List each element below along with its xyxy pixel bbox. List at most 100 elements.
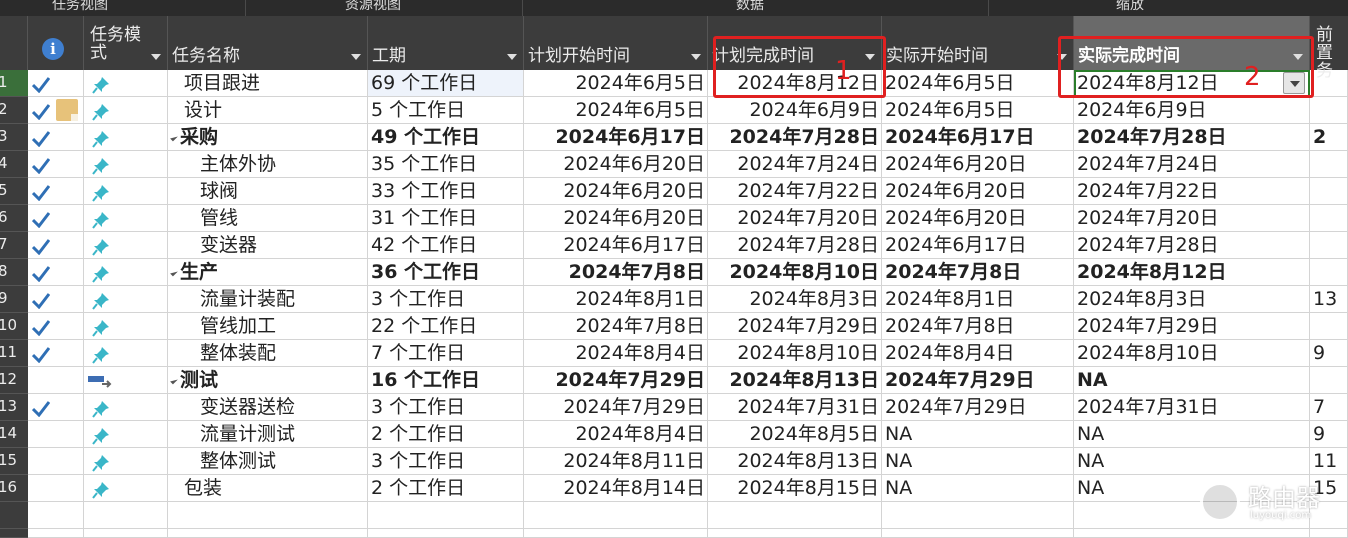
plan-start-cell[interactable]: 2024年6月20日 (524, 178, 708, 205)
task-name-cell[interactable]: 测试 (168, 367, 368, 394)
empty-cell[interactable] (84, 529, 168, 538)
collapse-triangle-icon[interactable] (170, 376, 178, 385)
duration-cell[interactable]: 22 个工作日 (368, 313, 524, 340)
task-name-cell[interactable]: 整体装配 (168, 340, 368, 367)
duration-cell[interactable]: 16 个工作日 (368, 367, 524, 394)
task-name-cell[interactable]: 管线 (168, 205, 368, 232)
actual-start-cell[interactable]: 2024年7月29日 (882, 367, 1074, 394)
task-mode-cell[interactable] (84, 421, 168, 448)
duration-cell[interactable]: 5 个工作日 (368, 97, 524, 124)
empty-cell[interactable] (882, 502, 1074, 529)
plan-finish-cell[interactable]: 2024年6月9日 (708, 97, 882, 124)
select-all-corner[interactable] (0, 16, 28, 70)
row-number[interactable]: 10 (0, 313, 28, 340)
actual-finish-cell[interactable]: 2024年7月28日 (1074, 232, 1310, 259)
duration-cell[interactable]: 3 个工作日 (368, 448, 524, 475)
actual-start-cell[interactable]: 2024年7月8日 (882, 259, 1074, 286)
row-number[interactable]: 1 (0, 70, 28, 97)
indicator-cell[interactable] (28, 178, 84, 205)
collapse-triangle-icon[interactable] (170, 268, 178, 277)
header-plan-start[interactable]: 计划开始时间 (524, 16, 708, 70)
actual-start-cell[interactable]: NA (882, 475, 1074, 502)
dropdown-arrow-icon[interactable] (1293, 54, 1303, 60)
plan-start-cell[interactable]: 2024年7月29日 (524, 367, 708, 394)
duration-cell[interactable]: 3 个工作日 (368, 286, 524, 313)
header-actual-finish[interactable]: 实际完成时间 (1074, 16, 1310, 70)
plan-finish-cell[interactable]: 2024年8月5日 (708, 421, 882, 448)
actual-start-cell[interactable]: 2024年6月5日 (882, 70, 1074, 97)
task-mode-cell[interactable] (84, 97, 168, 124)
plan-start-cell[interactable]: 2024年6月5日 (524, 97, 708, 124)
indicator-cell[interactable] (28, 70, 84, 97)
plan-finish-cell[interactable]: 2024年7月31日 (708, 394, 882, 421)
plan-start-cell[interactable]: 2024年8月11日 (524, 448, 708, 475)
plan-start-cell[interactable]: 2024年8月4日 (524, 340, 708, 367)
dropdown-arrow-icon[interactable] (865, 54, 875, 60)
plan-finish-cell[interactable]: 2024年8月3日 (708, 286, 882, 313)
actual-start-cell[interactable]: 2024年6月20日 (882, 178, 1074, 205)
pred-cell[interactable] (1310, 259, 1348, 286)
indicator-cell[interactable] (28, 205, 84, 232)
actual-finish-cell[interactable]: 2024年8月12日 (1074, 259, 1310, 286)
actual-start-cell[interactable]: 2024年6月17日 (882, 124, 1074, 151)
row-number[interactable]: 2 (0, 97, 28, 124)
indicator-cell[interactable] (28, 124, 84, 151)
empty-cell[interactable] (28, 502, 84, 529)
actual-start-cell[interactable]: 2024年8月1日 (882, 286, 1074, 313)
task-mode-cell[interactable] (84, 178, 168, 205)
task-mode-cell[interactable] (84, 340, 168, 367)
pred-cell[interactable] (1310, 151, 1348, 178)
indicator-cell[interactable] (28, 340, 84, 367)
plan-finish-cell[interactable]: 2024年8月10日 (708, 259, 882, 286)
pred-cell[interactable] (1310, 97, 1348, 124)
note-icon[interactable] (56, 99, 78, 121)
task-name-cell[interactable]: 流量计测试 (168, 421, 368, 448)
task-mode-cell[interactable] (84, 151, 168, 178)
task-name-cell[interactable]: 球阀 (168, 178, 368, 205)
row-number[interactable]: 9 (0, 286, 28, 313)
plan-finish-cell[interactable]: 2024年8月13日 (708, 448, 882, 475)
duration-cell[interactable]: 49 个工作日 (368, 124, 524, 151)
actual-finish-cell[interactable]: 2024年7月20日 (1074, 205, 1310, 232)
actual-start-cell[interactable]: NA (882, 448, 1074, 475)
task-mode-cell[interactable] (84, 394, 168, 421)
empty-cell[interactable] (168, 529, 368, 538)
task-name-cell[interactable]: 流量计装配 (168, 286, 368, 313)
pred-cell[interactable]: 11 (1310, 448, 1348, 475)
task-mode-cell[interactable] (84, 313, 168, 340)
task-name-cell[interactable]: 变送器送检 (168, 394, 368, 421)
empty-cell[interactable] (1074, 529, 1310, 538)
header-actual-start[interactable]: 实际开始时间 (882, 16, 1074, 70)
row-number[interactable]: 4 (0, 151, 28, 178)
duration-cell[interactable]: 42 个工作日 (368, 232, 524, 259)
dropdown-arrow-icon[interactable] (351, 54, 361, 60)
plan-start-cell[interactable]: 2024年8月14日 (524, 475, 708, 502)
actual-finish-cell[interactable]: 2024年7月29日 (1074, 313, 1310, 340)
task-mode-cell[interactable] (84, 475, 168, 502)
plan-finish-cell[interactable]: 2024年7月29日 (708, 313, 882, 340)
task-name-cell[interactable]: 整体测试 (168, 448, 368, 475)
task-mode-cell[interactable] (84, 448, 168, 475)
plan-start-cell[interactable]: 2024年6月20日 (524, 151, 708, 178)
actual-finish-cell[interactable]: 2024年8月12日 (1074, 70, 1310, 97)
header-duration[interactable]: 工期 (368, 16, 524, 70)
duration-cell[interactable]: 31 个工作日 (368, 205, 524, 232)
duration-cell[interactable]: 36 个工作日 (368, 259, 524, 286)
plan-finish-cell[interactable]: 2024年8月13日 (708, 367, 882, 394)
header-indicators[interactable]: i (28, 16, 84, 70)
task-name-cell[interactable]: 变送器 (168, 232, 368, 259)
indicator-cell[interactable] (28, 367, 84, 394)
plan-start-cell[interactable]: 2024年7月8日 (524, 313, 708, 340)
task-name-cell[interactable]: 包装 (168, 475, 368, 502)
row-number[interactable]: 7 (0, 232, 28, 259)
plan-finish-cell[interactable]: 2024年7月28日 (708, 232, 882, 259)
actual-finish-cell[interactable]: 2024年6月9日 (1074, 97, 1310, 124)
indicator-cell[interactable] (28, 97, 84, 124)
duration-cell[interactable]: 69 个工作日 (368, 70, 524, 97)
row-number[interactable]: 11 (0, 340, 28, 367)
empty-cell[interactable] (1310, 529, 1348, 538)
dropdown-arrow-icon[interactable] (151, 54, 161, 60)
pred-cell[interactable]: 7 (1310, 394, 1348, 421)
indicator-cell[interactable] (28, 394, 84, 421)
empty-cell[interactable] (882, 529, 1074, 538)
